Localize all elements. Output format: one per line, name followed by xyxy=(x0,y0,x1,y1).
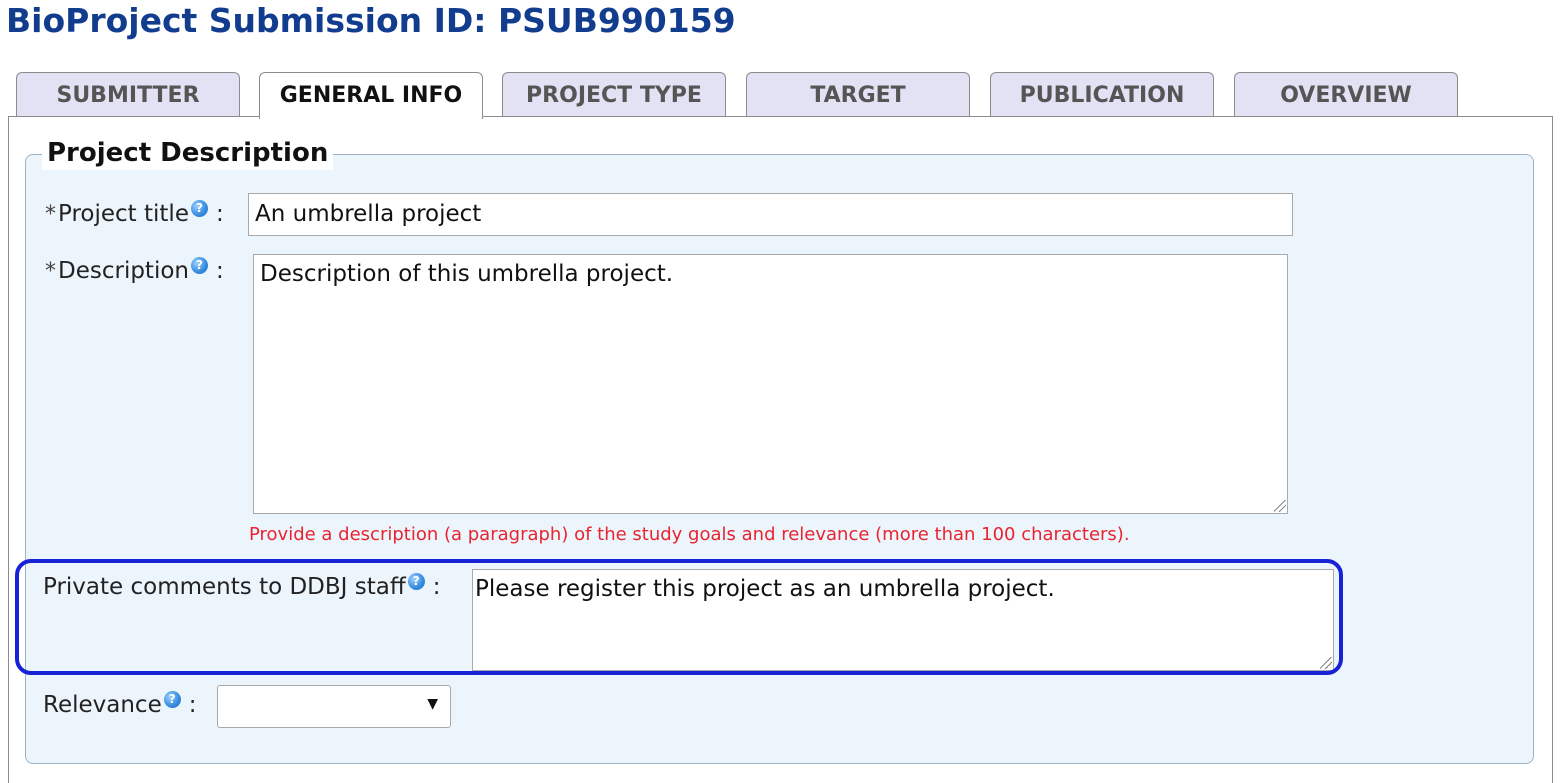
project-title-label-text: Project title xyxy=(58,201,189,227)
description-label-text: Description xyxy=(58,258,189,284)
resize-grip-icon[interactable] xyxy=(1274,500,1286,512)
resize-grip-icon[interactable] xyxy=(1320,657,1332,669)
help-icon[interactable]: ? xyxy=(163,691,181,709)
private-comments-label-text: Private comments to DDBJ staff xyxy=(43,574,406,600)
page-title: BioProject Submission ID: PSUB990159 xyxy=(6,1,736,40)
tab-project-type[interactable]: PROJECT TYPE xyxy=(502,72,726,116)
description-label: *Description?: xyxy=(45,257,224,286)
bioproject-submission-page: BioProject Submission ID: PSUB990159 SUB… xyxy=(0,0,1560,783)
tab-overview[interactable]: OVERVIEW xyxy=(1234,72,1458,116)
project-description-legend: Project Description xyxy=(42,136,334,170)
project-title-label: *Project title?: xyxy=(45,200,224,229)
help-icon[interactable]: ? xyxy=(191,257,208,275)
description-hint: Provide a description (a paragraph) of t… xyxy=(249,524,1130,545)
description-text: Description of this umbrella project. xyxy=(260,261,674,287)
description-textarea[interactable]: Description of this umbrella project. xyxy=(253,254,1288,514)
label-colon: : xyxy=(432,574,441,600)
label-colon: : xyxy=(216,258,224,284)
relevance-select[interactable]: ▼ xyxy=(217,685,451,728)
help-icon[interactable]: ? xyxy=(190,200,208,218)
tab-submitter[interactable]: SUBMITTER xyxy=(16,72,240,116)
label-colon: : xyxy=(215,201,224,227)
tab-general-info[interactable]: GENERAL INFO xyxy=(259,72,483,119)
tab-target[interactable]: TARGET xyxy=(746,72,970,116)
relevance-label: Relevance?: xyxy=(43,691,196,719)
required-asterisk: * xyxy=(45,202,56,227)
private-comments-text: Please register this project as an umbre… xyxy=(475,576,1055,602)
project-title-input[interactable]: An umbrella project xyxy=(248,193,1293,236)
label-colon: : xyxy=(188,692,197,718)
relevance-label-text: Relevance xyxy=(43,692,162,718)
private-comments-textarea[interactable]: Please register this project as an umbre… xyxy=(472,569,1334,671)
tab-bar: SUBMITTER GENERAL INFO PROJECT TYPE TARG… xyxy=(0,72,1560,119)
chevron-down-icon: ▼ xyxy=(427,696,438,712)
required-asterisk: * xyxy=(45,259,56,284)
tab-publication[interactable]: PUBLICATION xyxy=(990,72,1214,116)
private-comments-label: Private comments to DDBJ staff?: xyxy=(43,573,440,601)
help-icon[interactable]: ? xyxy=(407,573,425,591)
